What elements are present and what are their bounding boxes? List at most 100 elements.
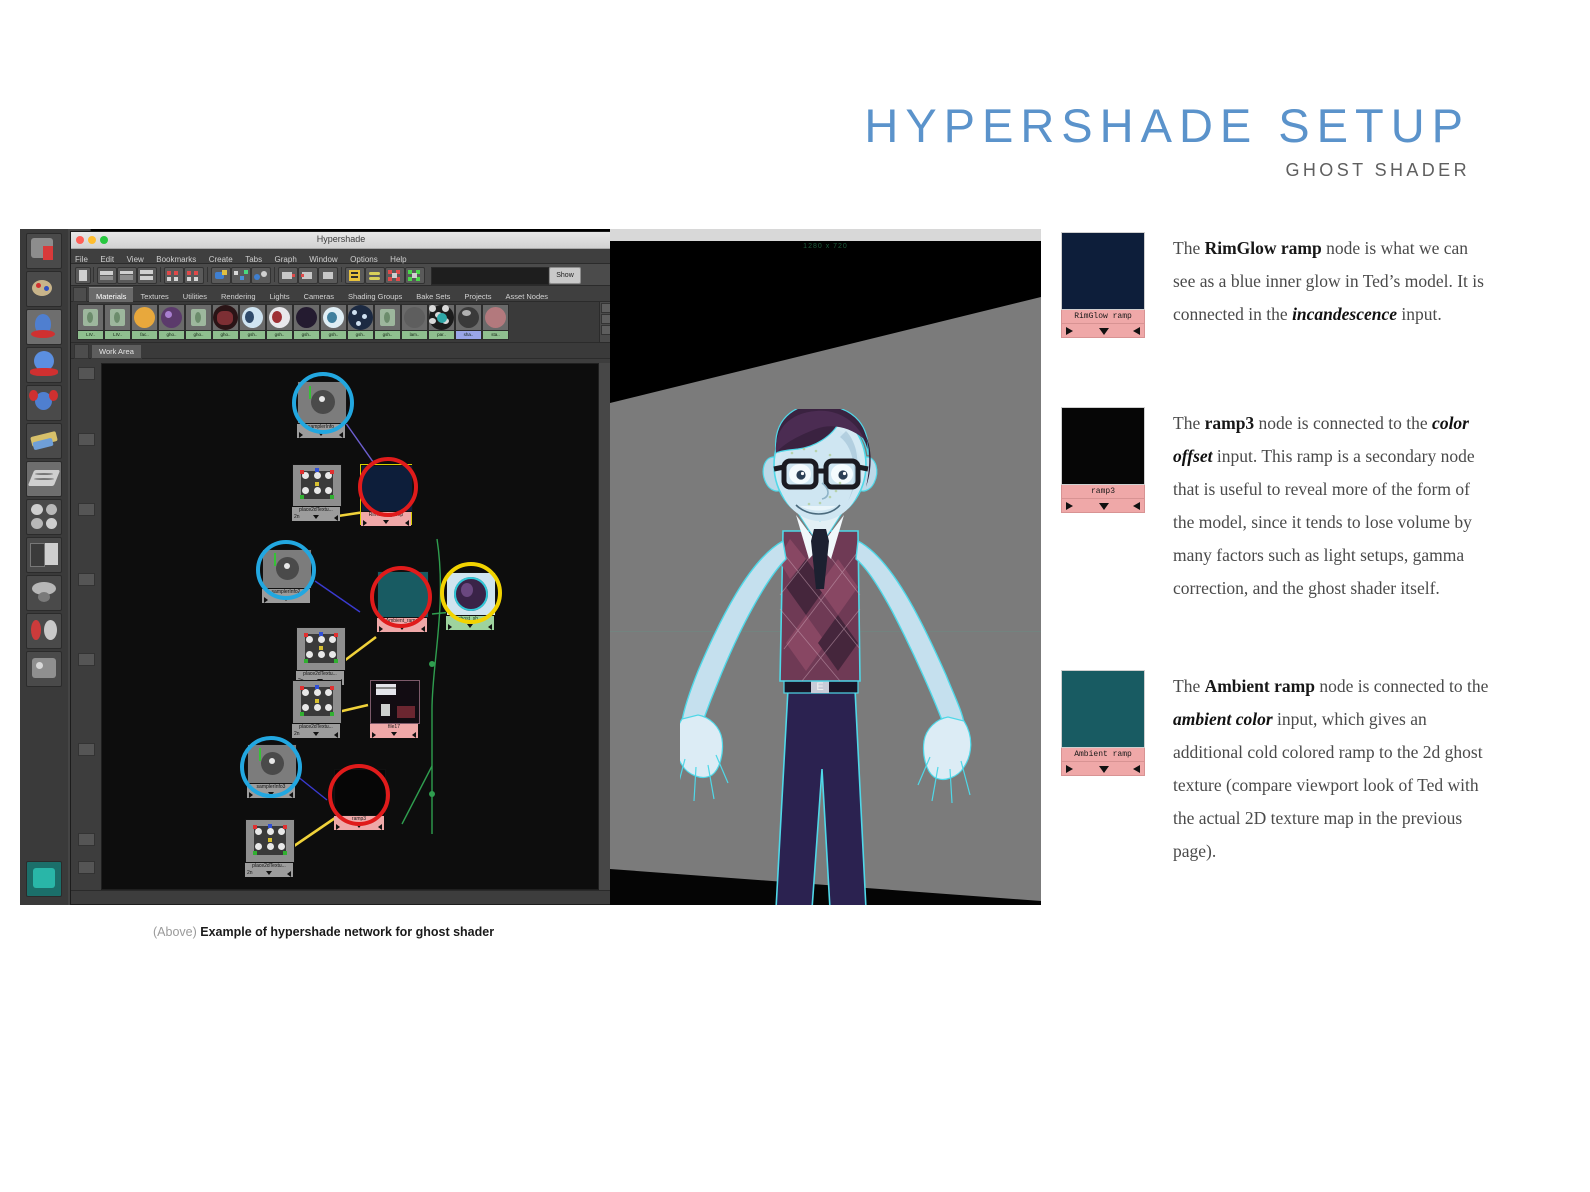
- work-area-tabbar[interactable]: Work Area: [71, 343, 611, 359]
- play-left-icon[interactable]: [1066, 502, 1073, 510]
- graph-tool-7[interactable]: [78, 833, 95, 846]
- tab-lights[interactable]: Lights: [263, 288, 297, 303]
- node-footer[interactable]: 2n: [292, 514, 340, 521]
- tab-textures[interactable]: Textures: [133, 288, 175, 303]
- material-swatch[interactable]: sta..: [482, 304, 509, 340]
- node-footer[interactable]: 2n: [245, 870, 293, 877]
- swatch-ramp3[interactable]: ramp3: [1061, 407, 1145, 513]
- material-swatch[interactable]: gsh..: [239, 304, 266, 340]
- material-swatch[interactable]: gsh..: [293, 304, 320, 340]
- material-swatch[interactable]: LIV..: [77, 304, 104, 340]
- shelf-icon-maya-logo[interactable]: [26, 861, 62, 897]
- swatch-controls[interactable]: [1061, 324, 1145, 338]
- node-place2dtexture-2[interactable]: place2dTextu... 2n: [296, 627, 346, 685]
- toolbar-rearrange-icon[interactable]: [231, 267, 251, 284]
- dropdown-icon[interactable]: [1099, 503, 1109, 510]
- shelf-icon-mesh[interactable]: [26, 461, 62, 497]
- toolbar-grid-green-icon[interactable]: [405, 267, 425, 284]
- graph-tool-1[interactable]: [78, 367, 95, 380]
- shelf-icon-hypershade[interactable]: [26, 651, 62, 687]
- graph-tool-2[interactable]: [78, 433, 95, 446]
- tab-projects[interactable]: Projects: [457, 288, 498, 303]
- shelf-icon-render-settings[interactable]: [26, 537, 62, 573]
- tabs-menu-box[interactable]: [73, 287, 87, 302]
- show-button[interactable]: Show: [549, 267, 581, 284]
- shelf-icon-cone[interactable]: [26, 309, 62, 345]
- node-place2dtexture[interactable]: place2dTextu... 2n: [292, 464, 342, 521]
- play-left-icon[interactable]: [1066, 765, 1073, 773]
- shelf-icon-ribbon[interactable]: [26, 423, 62, 459]
- material-swatch[interactable]: gho..: [185, 304, 212, 340]
- tab-work-area[interactable]: Work Area: [91, 344, 142, 359]
- tab-rendering[interactable]: Rendering: [214, 288, 263, 303]
- node-place2dtexture-4[interactable]: place2dTextu... 2n: [245, 819, 295, 877]
- toolbar-layout-3-icon[interactable]: [137, 267, 157, 284]
- material-swatch[interactable]: fac..: [131, 304, 158, 340]
- toolbar-new-icon[interactable]: [75, 267, 91, 284]
- material-swatch-strip[interactable]: LIV.. LIV.. fac.. gho.. gho.. gho.. gsh.…: [71, 302, 611, 343]
- node-footer[interactable]: [446, 623, 494, 630]
- play-right-icon[interactable]: [1133, 502, 1140, 510]
- tab-cameras[interactable]: Cameras: [297, 288, 341, 303]
- node-footer[interactable]: 2n: [292, 731, 340, 738]
- play-right-icon[interactable]: [1133, 765, 1140, 773]
- material-swatch[interactable]: sha..: [455, 304, 482, 340]
- material-swatch[interactable]: gsh..: [374, 304, 401, 340]
- play-right-icon[interactable]: [1133, 327, 1140, 335]
- node-footer[interactable]: [361, 519, 411, 526]
- tab-materials[interactable]: Materials: [89, 287, 134, 303]
- graph-tool-3[interactable]: [78, 503, 95, 516]
- graph-tool-5[interactable]: [78, 653, 95, 666]
- graph-tool-4[interactable]: [78, 573, 95, 586]
- toolbar-show-upstream-icon[interactable]: [278, 267, 298, 284]
- material-swatch[interactable]: lam..: [401, 304, 428, 340]
- maya-shelf-rail[interactable]: [20, 229, 69, 905]
- toolbar-graph-output-icon[interactable]: [184, 267, 204, 284]
- shelf-icon-deform[interactable]: [26, 385, 62, 421]
- hypershade-titlebar[interactable]: Hypershade: [71, 232, 611, 249]
- shelf-icon-paint[interactable]: [26, 271, 62, 307]
- maya-viewport[interactable]: 1280 x 720 E: [610, 229, 1041, 905]
- swatch-ambient-ramp[interactable]: Ambient ramp: [1061, 670, 1145, 776]
- tab-bake-sets[interactable]: Bake Sets: [409, 288, 457, 303]
- dropdown-icon[interactable]: [1099, 766, 1109, 773]
- node-file17[interactable]: file17: [370, 680, 420, 738]
- hypershade-menubar[interactable]: File Edit View Bookmarks Create Tabs Gra…: [71, 249, 611, 264]
- toolbar-add-selected-icon[interactable]: [251, 267, 271, 284]
- search-input[interactable]: [431, 267, 549, 285]
- material-swatch[interactable]: gsh..: [320, 304, 347, 340]
- dropdown-icon[interactable]: [1099, 328, 1109, 335]
- tab-asset-nodes[interactable]: Asset Nodes: [499, 288, 556, 303]
- graph-tool-6[interactable]: [78, 743, 95, 756]
- material-swatch[interactable]: gsh..: [266, 304, 293, 340]
- work-area-menu-box[interactable]: [74, 344, 89, 359]
- graph-left-toolbar[interactable]: [71, 363, 102, 890]
- toolbar-layout-2-icon[interactable]: [117, 267, 137, 284]
- toolbar-show-downstream-icon[interactable]: [298, 267, 318, 284]
- hypershade-toolbar[interactable]: Show: [71, 264, 611, 286]
- graph-tool-8[interactable]: [78, 861, 95, 874]
- swatch-rimglow-ramp[interactable]: RimGlow ramp: [1061, 232, 1145, 338]
- shelf-icon-sphere[interactable]: [26, 347, 62, 383]
- shelf-icon-select[interactable]: [26, 233, 62, 269]
- tab-utilities[interactable]: Utilities: [176, 288, 214, 303]
- tab-shading-groups[interactable]: Shading Groups: [341, 288, 409, 303]
- hypershade-node-tabs[interactable]: Materials Textures Utilities Rendering Light…: [71, 286, 611, 303]
- toolbar-show-both-icon[interactable]: [318, 267, 338, 284]
- material-swatch[interactable]: gho..: [212, 304, 239, 340]
- node-footer[interactable]: [370, 731, 418, 738]
- material-swatch[interactable]: par..: [428, 304, 455, 340]
- toolbar-clear-graph-icon[interactable]: [211, 267, 231, 284]
- swatch-controls[interactable]: [1061, 762, 1145, 776]
- material-swatch[interactable]: gsh..: [347, 304, 374, 340]
- toolbar-render-icon[interactable]: [345, 267, 365, 284]
- shelf-icon-render[interactable]: [26, 575, 62, 611]
- play-left-icon[interactable]: [1066, 327, 1073, 335]
- node-place2dtexture-3[interactable]: place2dTextu... 2n: [292, 680, 342, 738]
- swatch-controls[interactable]: [1061, 499, 1145, 513]
- hypershade-work-area-canvas[interactable]: samplerInfo place2dTextu... 2n RimGlow_r…: [101, 363, 599, 890]
- shelf-icon-grid[interactable]: [26, 499, 62, 535]
- toolbar-wave-icon[interactable]: [365, 267, 385, 284]
- toolbar-grid-red-icon[interactable]: [385, 267, 405, 284]
- material-swatch[interactable]: gho..: [158, 304, 185, 340]
